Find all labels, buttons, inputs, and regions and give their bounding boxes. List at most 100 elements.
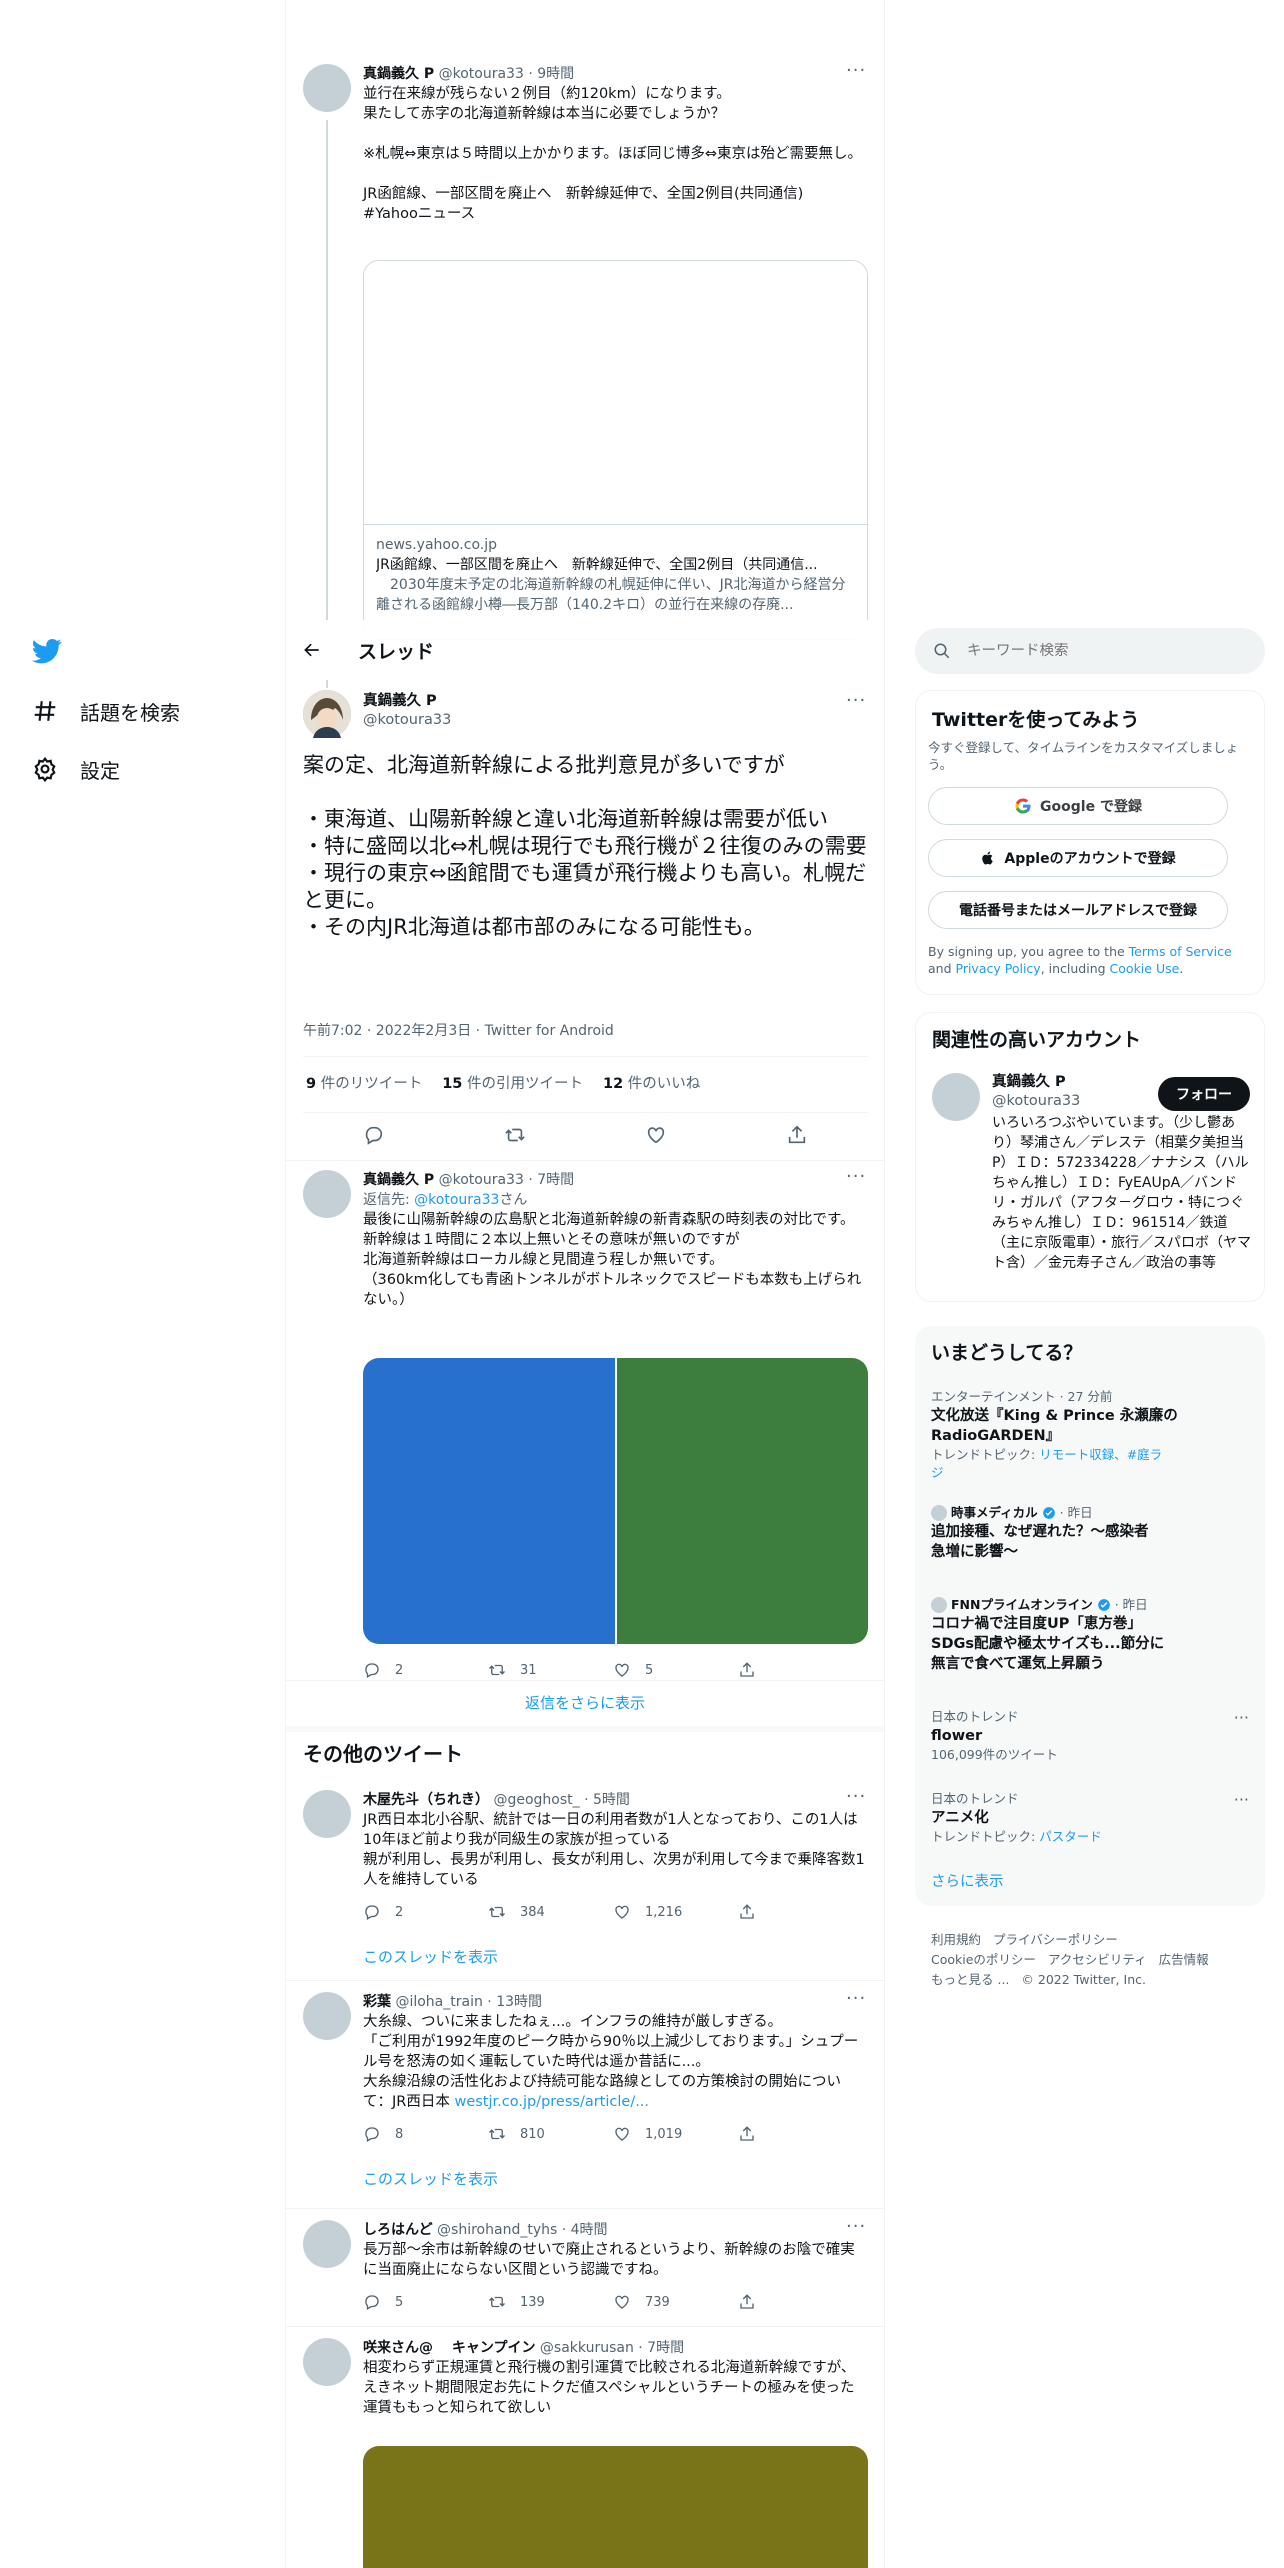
author-handle[interactable]: @shirohand_tyhs: [437, 2222, 557, 2238]
timetable-image[interactable]: [363, 1358, 615, 1644]
author-handle[interactable]: @kotoura33: [363, 711, 451, 730]
author-handle[interactable]: @sakkurusan: [540, 2340, 634, 2356]
tweet-time[interactable]: · 9時間: [528, 66, 574, 82]
show-thread-link[interactable]: このスレッドを表示: [363, 2168, 868, 2189]
avatar[interactable]: [303, 64, 351, 112]
share-button[interactable]: [738, 2125, 863, 2143]
reply-button[interactable]: 2: [363, 1903, 488, 1921]
tweet-time[interactable]: · 7時間: [528, 1172, 574, 1188]
parent-tweet[interactable]: ··· 真鍋義久 P @kotoura33 · 9時間 並行在来線が残らない２例…: [286, 60, 884, 640]
tweet-image[interactable]: [363, 2446, 868, 2568]
author-name[interactable]: 真鍋義久 P: [363, 692, 451, 711]
tweet-time[interactable]: · 7時間: [638, 2340, 684, 2356]
more-icon[interactable]: ···: [1234, 1708, 1249, 1727]
search-bar[interactable]: [915, 628, 1265, 674]
trend-item[interactable]: エンターテインメント · 27 分前 文化放送『King & Prince 永瀬…: [931, 1388, 1249, 1482]
apple-signup-button[interactable]: Appleのアカウントで登録: [928, 839, 1228, 877]
author-name[interactable]: 真鍋義久 P: [363, 66, 434, 82]
news-item[interactable]: 時事メディカル · 昨日 追加接種、なぜ遅れた？～感染者急増に影響～: [931, 1504, 1249, 1562]
reply-button[interactable]: 8: [363, 2125, 488, 2143]
more-icon[interactable]: ···: [1234, 1790, 1249, 1809]
author-block[interactable]: 真鍋義久 P @kotoura33: [363, 692, 451, 730]
privacy-link[interactable]: Privacy Policy: [956, 961, 1041, 976]
other-tweet[interactable]: 咲来さん@ キャンプイン @sakkurusan · 7時間 相変わらず正規運賃…: [286, 2328, 884, 2568]
other-tweet[interactable]: ··· 彩葉 @iloha_train · 13時間 大糸線、ついに来ましたねぇ…: [286, 1982, 884, 2207]
author-handle[interactable]: @kotoura33: [439, 66, 524, 82]
footer-cookie-link[interactable]: Cookieのポリシー: [931, 1950, 1036, 1970]
author-name[interactable]: 咲来さん@ キャンプイン: [363, 2340, 535, 2356]
retweet-button[interactable]: 139: [488, 2293, 613, 2311]
avatar[interactable]: [932, 1073, 980, 1121]
twitter-logo-icon[interactable]: [32, 636, 62, 666]
cookie-link[interactable]: Cookie Use: [1110, 961, 1180, 976]
follow-button[interactable]: フォロー: [1158, 1077, 1250, 1111]
footer-more-link[interactable]: もっと見る ...: [931, 1970, 1009, 1990]
author-name[interactable]: しろはんど: [363, 2222, 433, 2238]
reply-button[interactable]: 2: [363, 1661, 488, 1679]
terms-link[interactable]: Terms of Service: [1129, 944, 1232, 959]
like-stat[interactable]: 12 件のいいね: [603, 1072, 700, 1093]
show-more-replies[interactable]: 返信をさらに表示: [286, 1692, 884, 1713]
like-button[interactable]: 739: [613, 2293, 738, 2311]
avatar[interactable]: [303, 1992, 351, 2040]
tweet-time[interactable]: · 5時間: [584, 1792, 630, 1808]
article-link[interactable]: westjr.co.jp/press/article/...: [454, 2094, 649, 2110]
nav-explore[interactable]: 話題を検索: [32, 691, 180, 731]
author-handle[interactable]: @iloha_train: [395, 1994, 482, 2010]
footer-accessibility-link[interactable]: アクセシビリティ: [1048, 1950, 1147, 1970]
like-button[interactable]: 5: [613, 1661, 738, 1679]
author-name[interactable]: 彩葉: [363, 1994, 391, 2010]
share-icon[interactable]: [786, 1124, 808, 1146]
retweet-button[interactable]: 31: [488, 1661, 613, 1679]
related-user-handle[interactable]: @kotoura33: [992, 1092, 1080, 1111]
related-user[interactable]: 真鍋義久 P @kotoura33: [992, 1073, 1080, 1111]
retweet-button[interactable]: 810: [488, 2125, 613, 2143]
back-arrow-icon[interactable]: [302, 640, 324, 662]
retweet-icon[interactable]: [504, 1124, 526, 1146]
phone-email-signup-button[interactable]: 電話番号またはメールアドレスで登録: [928, 891, 1228, 929]
like-button[interactable]: 1,216: [613, 1903, 738, 1921]
other-tweet[interactable]: ··· しろはんど @shirohand_tyhs · 4時間 長万部〜余市は新…: [286, 2210, 884, 2325]
more-icon[interactable]: ···: [846, 692, 868, 716]
other-tweet[interactable]: ··· 木屋先斗（ちれき） @geoghost_ · 5時間 JR西日本北小谷駅…: [286, 1780, 884, 1980]
tweet-time[interactable]: · 4時間: [562, 2222, 608, 2238]
avatar[interactable]: [303, 1790, 351, 1838]
like-icon[interactable]: [645, 1124, 667, 1146]
like-button[interactable]: 1,019: [613, 2125, 738, 2143]
reply-to-link[interactable]: @kotoura33: [414, 1192, 499, 1208]
trend-item[interactable]: 日本のトレンド アニメ化 トレンドトピック: パスタード ···: [931, 1790, 1249, 1846]
avatar[interactable]: [303, 2338, 351, 2386]
related-user-name[interactable]: 真鍋義久 P: [992, 1073, 1080, 1092]
author-name[interactable]: 真鍋義久 P: [363, 1172, 434, 1188]
trend-item[interactable]: 日本のトレンド flower 106,099件のツイート ···: [931, 1708, 1249, 1764]
footer-privacy-link[interactable]: プライバシーポリシー: [993, 1930, 1118, 1950]
share-button[interactable]: [738, 2293, 863, 2311]
author-name[interactable]: 木屋先斗（ちれき）: [363, 1792, 489, 1808]
avatar[interactable]: [303, 2220, 351, 2268]
footer-terms-link[interactable]: 利用規約: [931, 1930, 981, 1950]
retweet-button[interactable]: 384: [488, 1903, 613, 1921]
author-handle[interactable]: @geoghost_: [493, 1792, 579, 1808]
news-item[interactable]: FNNプライムオンライン · 昨日 コロナ禍で注目度UP「恵方巻」SDGs配慮や極…: [931, 1596, 1249, 1674]
hashtag-link[interactable]: #Yahooニュース: [363, 204, 868, 224]
retweet-stat[interactable]: 9 件のリツイート: [306, 1072, 422, 1093]
tweet-meta[interactable]: 午前7:02 · 2022年2月3日 · Twitter for Android: [303, 1020, 614, 1040]
timetable-image[interactable]: [616, 1358, 868, 1644]
search-input[interactable]: [967, 643, 1227, 659]
avatar[interactable]: [303, 1170, 351, 1218]
reply-tweet[interactable]: ··· 真鍋義久 P @kotoura33 · 7時間 返信先: @kotour…: [286, 1160, 884, 1720]
media-grid[interactable]: [363, 1358, 868, 1644]
show-thread-link[interactable]: このスレッドを表示: [363, 1946, 868, 1967]
share-button[interactable]: [738, 1903, 863, 1921]
nav-settings[interactable]: 設定: [32, 749, 120, 789]
link-card[interactable]: news.yahoo.co.jp JR函館線、一部区間を廃止へ 新幹線延伸で、全…: [363, 260, 868, 640]
trend-topic-link[interactable]: パスタード: [1039, 1829, 1102, 1844]
show-more-trends[interactable]: さらに表示: [931, 1870, 1004, 1891]
reply-button[interactable]: 5: [363, 2293, 488, 2311]
reply-icon[interactable]: [363, 1124, 385, 1146]
avatar[interactable]: [303, 690, 351, 738]
author-handle[interactable]: @kotoura33: [439, 1172, 524, 1188]
share-button[interactable]: [738, 1661, 863, 1679]
tweet-time[interactable]: · 13時間: [487, 1994, 542, 2010]
google-signup-button[interactable]: Google で登録: [928, 787, 1228, 825]
